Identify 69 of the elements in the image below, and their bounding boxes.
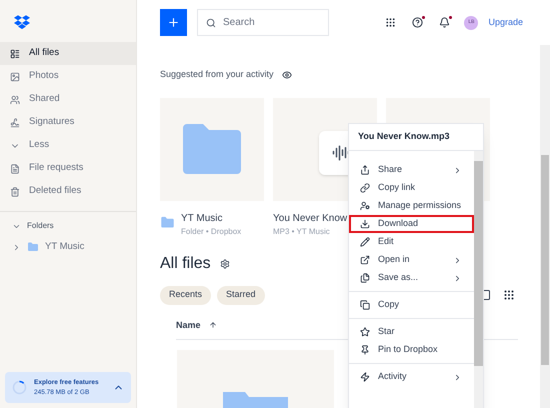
people-icon [360, 201, 370, 211]
column-header[interactable]: Name [176, 318, 201, 332]
help-icon[interactable] [412, 17, 424, 28]
folder-drawing [181, 124, 243, 174]
file-meta: MP3 • YT Music [273, 226, 331, 238]
sidebar-item[interactable]: Signatures [0, 111, 136, 134]
external-link-icon [360, 255, 370, 265]
folder-tree-item[interactable]: YT Music [12, 240, 136, 254]
file-name: You Never Know [273, 212, 348, 226]
page-heading: All files [160, 254, 211, 274]
sidebar-item[interactable]: All files [0, 42, 136, 65]
sidebar-item[interactable]: Deleted files [0, 180, 136, 203]
search-field[interactable]: Search [197, 9, 329, 36]
section-title: Suggested from your activity [160, 68, 274, 81]
chevron-right-icon [453, 166, 462, 174]
add-button[interactable] [160, 9, 187, 36]
grid-view-icon[interactable] [503, 289, 515, 301]
file-name: YT Music [181, 212, 224, 226]
signature-icon [10, 118, 20, 128]
search-icon [206, 18, 216, 28]
share-icon [360, 165, 370, 175]
upgrade-link[interactable]: Upgrade [488, 16, 523, 30]
trash-icon [10, 186, 20, 196]
menu-item[interactable]: Copy link [349, 179, 474, 197]
menu-scrollbar[interactable] [474, 151, 483, 408]
files-icon [360, 273, 370, 283]
sidebar-item[interactable]: Shared [0, 88, 136, 111]
file-meta: Folder • Dropbox [181, 226, 242, 238]
plus-icon [167, 16, 180, 29]
menu-title: You Never Know.mp3 [349, 124, 483, 151]
apps-grid-icon[interactable] [385, 17, 396, 28]
file-thumbnail[interactable] [177, 350, 334, 408]
pencil-icon [360, 237, 370, 247]
photo-icon [10, 72, 20, 82]
download-icon [360, 219, 370, 229]
menu-item[interactable]: Save as... [349, 269, 474, 287]
zap-icon [360, 372, 370, 382]
menu-item[interactable]: Star [349, 323, 474, 341]
menu-item[interactable]: Activity [349, 368, 474, 386]
menu-item[interactable]: Download [349, 215, 474, 233]
files-icon [10, 48, 20, 58]
sidebar-item[interactable]: File requests [0, 157, 136, 180]
menu-item[interactable]: Edit [349, 233, 474, 251]
star-icon [360, 327, 370, 337]
filter-chip[interactable]: Recents [160, 286, 212, 304]
menu-item[interactable]: Pin to Dropbox [349, 341, 474, 359]
filter-chip[interactable]: Starred [217, 286, 265, 304]
pin-icon [360, 345, 370, 355]
eye-icon[interactable] [282, 70, 292, 80]
section-label[interactable]: Folders [27, 220, 54, 232]
sidebar-item[interactable]: Less [0, 134, 136, 157]
folder-drawing [223, 392, 288, 408]
sidebar-item[interactable]: Photos [0, 65, 136, 88]
copy-icon [360, 300, 370, 310]
chevron-right-icon [453, 372, 462, 382]
menu-item[interactable]: Share [349, 161, 474, 179]
settings-icon[interactable] [220, 258, 230, 268]
menu-item[interactable]: Manage permissions [349, 197, 474, 215]
bell-icon[interactable] [439, 17, 450, 28]
menu-item[interactable]: Copy [349, 296, 474, 314]
folder-icon [160, 214, 175, 230]
folder-icon [27, 241, 39, 254]
menu-item[interactable]: Open in [349, 251, 474, 269]
sort-arrow-icon [208, 321, 217, 330]
link-icon [360, 183, 370, 193]
logo-icon[interactable] [14, 15, 30, 29]
people-icon [10, 94, 20, 104]
scrollbar[interactable] [540, 45, 550, 408]
file-icon [10, 164, 20, 174]
